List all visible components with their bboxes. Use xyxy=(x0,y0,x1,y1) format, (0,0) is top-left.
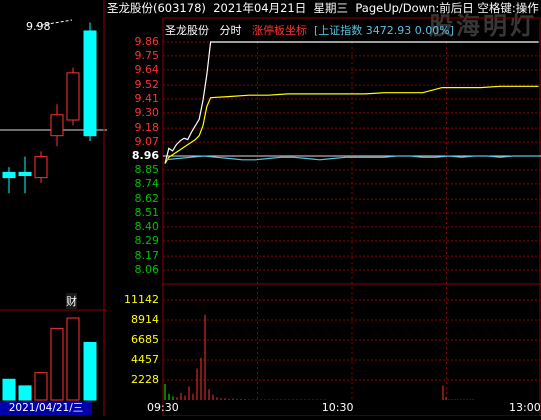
price-tick-label: 8.96 xyxy=(131,149,159,162)
candle-body xyxy=(83,30,97,137)
price-tick-label: 9.52 xyxy=(134,78,160,92)
daily-kline-panel[interactable]: 9.98 财 2021/04/21/三 xyxy=(0,0,107,416)
price-tick-label: 9.41 xyxy=(134,92,160,105)
daily-volume-bar xyxy=(66,317,80,401)
daily-volume-bar xyxy=(2,378,16,401)
intraday-chart xyxy=(162,17,541,416)
time-tick-label: 09:30 xyxy=(147,401,179,414)
candle-body xyxy=(66,72,80,121)
index-line xyxy=(164,155,539,161)
price-tick-label: 8.29 xyxy=(134,233,160,247)
volume-tick-label: 11142 xyxy=(124,293,159,306)
volume-tick-label: 4457 xyxy=(131,352,159,366)
high-price-label: 9.98 xyxy=(26,20,51,33)
daily-volume-bar xyxy=(83,342,97,401)
candle-body xyxy=(18,171,32,177)
candle-body xyxy=(34,156,48,179)
time-tick-label: 10:30 xyxy=(321,401,354,414)
intraday-panel[interactable]: 圣龙股份(603178) 2021年04月21日 星期三 PageUp/Down… xyxy=(107,0,541,416)
price-tick-label: 8.51 xyxy=(134,206,160,219)
volume-tick-label: 2228 xyxy=(131,373,159,386)
price-tick-label: 9.86 xyxy=(134,35,160,48)
price-tick-label: 8.06 xyxy=(134,263,160,276)
price-tick-label: 9.75 xyxy=(134,48,160,62)
grid-lines xyxy=(162,17,541,416)
daily-volume-group xyxy=(2,317,97,401)
price-tick-label: 8.85 xyxy=(134,162,160,176)
price-tick-label: 8.40 xyxy=(134,219,160,233)
price-tick-label: 8.17 xyxy=(134,249,160,263)
daily-volume-bar xyxy=(18,385,32,401)
price-tick-label: 9.64 xyxy=(134,62,160,76)
volume-tick-label: 6685 xyxy=(131,333,159,346)
volume-bars xyxy=(164,314,474,400)
price-tick-label: 9.30 xyxy=(134,105,160,119)
price-tick-label: 9.18 xyxy=(134,121,160,135)
price-tick-label: 8.74 xyxy=(134,176,160,190)
date-cursor-label: 2021/04/21/三 xyxy=(0,401,92,415)
daily-volume-bar xyxy=(34,372,48,401)
candle-body xyxy=(50,114,64,137)
price-tick-label: 9.07 xyxy=(134,135,160,149)
time-tick-label: 13:00 xyxy=(509,401,541,414)
volume-tick-label: 8914 xyxy=(131,312,159,326)
candles-group xyxy=(2,22,97,194)
daily-volume-bar xyxy=(50,327,64,401)
candle-body xyxy=(2,171,16,179)
finance-marker[interactable]: 财 xyxy=(66,293,77,309)
price-tick-label: 8.62 xyxy=(134,192,160,206)
daily-kline-chart xyxy=(0,0,107,416)
